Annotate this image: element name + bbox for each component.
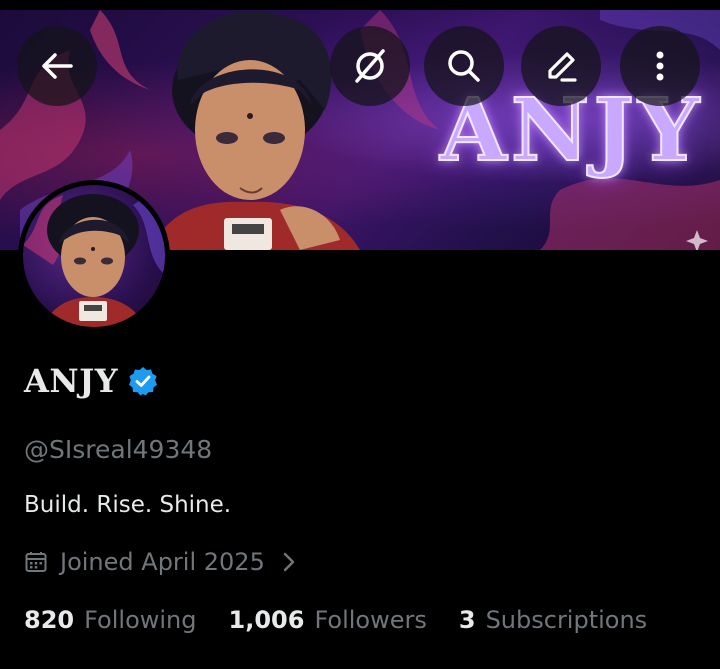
chevron-right-icon (283, 552, 295, 572)
profile-avatar[interactable] (18, 180, 170, 332)
follow-stats-row: 820 Following 1,006 Followers 3 Subscrip… (24, 606, 679, 634)
edit-pencil-icon (548, 52, 577, 82)
back-button[interactable] (17, 26, 97, 106)
more-options-button[interactable] (620, 26, 700, 106)
following-label: Following (84, 606, 197, 634)
back-arrow-icon (42, 53, 73, 79)
followers-label: Followers (314, 606, 427, 634)
subscriptions-label: Subscriptions (485, 606, 648, 634)
joined-date-text: Joined April 2025 (60, 548, 265, 576)
search-icon (448, 50, 480, 82)
joined-date-row[interactable]: Joined April 2025 (24, 548, 297, 576)
avatar-image (23, 185, 165, 327)
avatar-artwork (23, 185, 165, 327)
search-button[interactable] (424, 26, 504, 106)
verified-badge-icon[interactable] (128, 366, 158, 396)
profile-bio: Build. Rise. Shine. (24, 492, 232, 518)
more-vertical-icon (656, 51, 664, 81)
display-name: ANJY (24, 362, 119, 400)
calendar-icon (25, 552, 47, 572)
subscriptions-stat[interactable]: 3 Subscriptions (459, 606, 647, 634)
profile-page: ANJY ANJY @SIsreal49348 Build. Rise. Shi… (0, 0, 720, 669)
user-handle: @SIsreal49348 (24, 435, 213, 464)
display-name-row: ANJY (24, 362, 158, 400)
subscriptions-count: 3 (458, 606, 476, 634)
following-stat[interactable]: 820 Following (24, 606, 197, 634)
grok-icon (355, 49, 385, 83)
following-count: 820 (24, 606, 75, 634)
followers-stat[interactable]: 1,006 Followers (229, 606, 427, 634)
grok-button[interactable] (330, 26, 410, 106)
edit-button[interactable] (521, 26, 601, 106)
followers-count: 1,006 (228, 606, 305, 634)
